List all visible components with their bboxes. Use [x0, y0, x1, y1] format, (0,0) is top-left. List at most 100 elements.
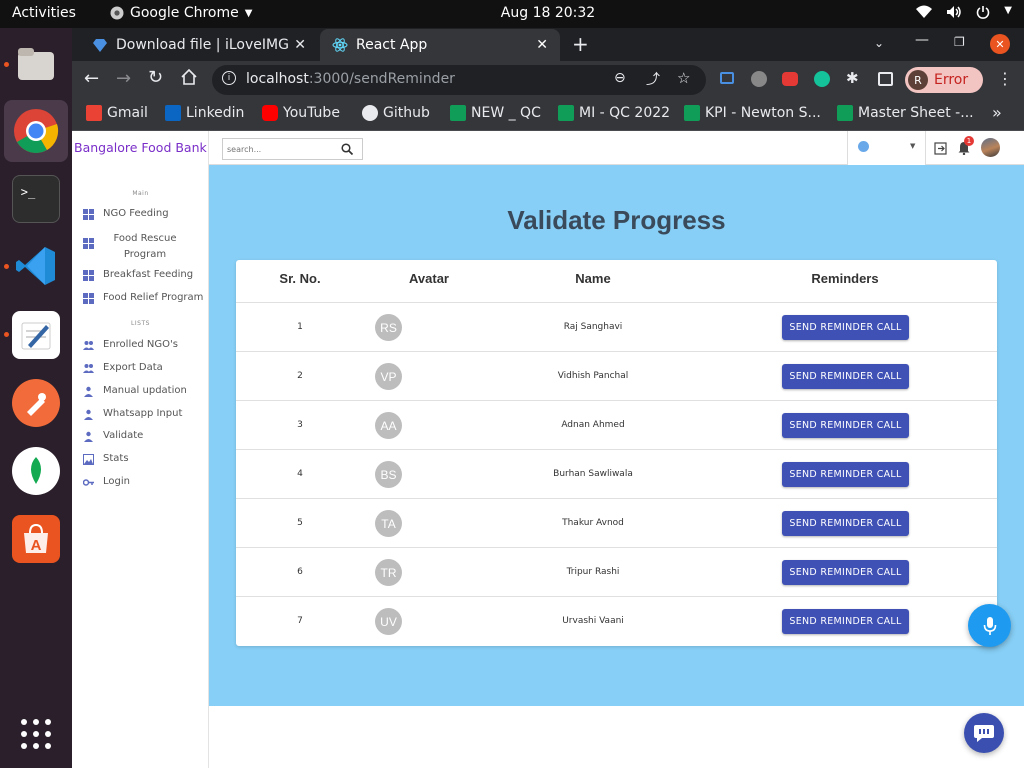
mongodb-compass-icon[interactable] — [12, 447, 60, 495]
person-icon — [84, 386, 93, 397]
extensions-puzzle-icon[interactable]: ✱ — [846, 69, 859, 87]
tab-react-app[interactable]: React App ✕ — [320, 29, 560, 61]
iloveimg-favicon-icon — [93, 39, 107, 52]
clock[interactable]: Aug 18 20:32 — [0, 5, 1024, 21]
extension-icon[interactable] — [751, 71, 767, 87]
bookmark-gmail[interactable]: Gmail — [86, 105, 148, 121]
forward-icon[interactable]: → — [116, 68, 131, 89]
software-center-icon[interactable]: A — [12, 515, 60, 563]
home-icon[interactable] — [180, 68, 198, 90]
sidebar: Bangalore Food Bank Main NGO Feeding Foo… — [72, 131, 209, 768]
cell-sr-no: 2 — [297, 371, 303, 381]
search-input[interactable] — [223, 144, 341, 154]
bookmark-label: MI - QC 2022 — [579, 105, 671, 121]
people-icon — [83, 341, 94, 350]
more-bookmarks-icon[interactable]: » — [992, 103, 1002, 122]
send-reminder-call-button[interactable]: SEND REMINDER CALL — [782, 364, 909, 389]
table-row: 1 RS Raj Sanghavi SEND REMINDER CALL — [236, 302, 997, 351]
sidebar-item-whatsapp-input[interactable]: Whatsapp Input — [83, 408, 182, 420]
search-icon[interactable] — [341, 143, 353, 155]
sidebar-item-label: Enrolled NGO's — [103, 339, 178, 350]
system-top-bar: Activities Google Chrome ▼ Aug 18 20:32 … — [0, 0, 1024, 28]
profile-avatar: R — [908, 70, 928, 90]
google-sheets-icon — [837, 105, 853, 121]
new-tab-icon[interactable]: + — [572, 32, 589, 56]
dock-running-indicator — [4, 332, 9, 337]
sidebar-item-login[interactable]: Login — [83, 476, 130, 488]
zoom-icon[interactable]: ⊖ — [614, 70, 626, 86]
bookmark-label: KPI - Newton S... — [705, 105, 821, 121]
sidebar-item-stats[interactable]: Stats — [83, 453, 129, 465]
sidebar-item-enrolled-ngos[interactable]: Enrolled NGO's — [83, 339, 178, 351]
system-tray[interactable]: ▼ — [916, 5, 1012, 23]
bookmark-star-icon[interactable]: ☆ — [677, 69, 690, 87]
sidebar-item-food-rescue-program[interactable]: Food Rescue Program — [83, 231, 183, 263]
person-icon — [84, 431, 93, 442]
extension-screen-capture-icon[interactable] — [720, 72, 734, 84]
url-text: localhost:3000/sendReminder — [246, 71, 455, 87]
vscode-icon[interactable] — [12, 242, 60, 290]
chrome-icon[interactable] — [12, 107, 60, 155]
power-icon — [976, 5, 990, 23]
column-header-sr-no: Sr. No. — [279, 271, 321, 286]
page-footer-area — [209, 706, 1024, 768]
info-icon[interactable]: i — [222, 71, 236, 85]
bookmark-label: Gmail — [107, 105, 148, 121]
bookmark-master-sheet[interactable]: Master Sheet -... — [837, 105, 974, 121]
sidebar-item-breakfast-feeding[interactable]: Breakfast Feeding — [83, 269, 193, 281]
files-icon[interactable] — [12, 40, 60, 88]
text-editor-icon[interactable] — [12, 311, 60, 359]
column-header-reminders: Reminders — [811, 271, 879, 286]
tab-iloveimg[interactable]: Download file | iLoveIMG ✕ — [80, 29, 318, 61]
grammarly-icon[interactable] — [814, 71, 830, 87]
voice-input-button[interactable] — [968, 604, 1011, 647]
sidebar-item-manual-updation[interactable]: Manual updation — [83, 385, 187, 397]
user-avatar[interactable] — [981, 138, 1000, 157]
back-icon[interactable]: ← — [84, 68, 99, 89]
send-reminder-call-button[interactable]: SEND REMINDER CALL — [782, 413, 909, 438]
minimize-icon[interactable]: — — [915, 32, 929, 48]
profile-error-button[interactable]: R Error — [905, 67, 983, 93]
tab-search-icon[interactable]: ⌄ — [874, 36, 884, 50]
bookmark-github[interactable]: Github — [362, 105, 430, 121]
close-icon[interactable]: ✕ — [294, 37, 306, 53]
send-reminder-call-button[interactable]: SEND REMINDER CALL — [782, 609, 909, 634]
language-select[interactable]: ▼ — [847, 131, 926, 167]
app-grid-icon[interactable] — [12, 710, 60, 758]
close-icon[interactable]: ✕ — [536, 37, 548, 53]
postman-icon[interactable] — [12, 379, 60, 427]
sidebar-item-export-data[interactable]: Export Data — [83, 362, 163, 374]
bookmark-label: NEW _ QC — [471, 105, 541, 121]
send-reminder-call-button[interactable]: SEND REMINDER CALL — [782, 560, 909, 585]
table-row: 5 TA Thakur Avnod SEND REMINDER CALL — [236, 498, 997, 547]
send-reminder-call-button[interactable]: SEND REMINDER CALL — [782, 315, 909, 340]
bookmark-kpi-newton[interactable]: KPI - Newton S... — [684, 105, 821, 121]
sidebar-item-food-relief-program[interactable]: Food Relief Program — [83, 292, 203, 304]
bookmark-mi-qc-2022[interactable]: MI - QC 2022 — [558, 105, 670, 121]
table-row: 4 BS Burhan Sawliwala SEND REMINDER CALL — [236, 449, 997, 498]
bookmark-linkedin[interactable]: Linkedin — [165, 105, 244, 121]
logout-icon[interactable] — [934, 140, 947, 159]
reload-icon[interactable]: ↻ — [148, 67, 163, 88]
terminal-icon[interactable]: >_ — [12, 175, 60, 223]
cell-name: Urvashi Vaani — [562, 616, 624, 626]
sidebar-item-validate[interactable]: Validate — [83, 430, 143, 442]
menu-kebab-icon[interactable]: ⋮ — [997, 69, 1013, 88]
bookmark-new-qc[interactable]: NEW _ QC — [450, 105, 541, 121]
send-reminder-call-button[interactable]: SEND REMINDER CALL — [782, 511, 909, 536]
extension-video-icon[interactable] — [782, 72, 798, 86]
dock-running-indicator — [4, 264, 9, 269]
restore-icon[interactable]: ❐ — [954, 35, 965, 49]
chat-button[interactable] — [964, 713, 1004, 753]
window-close-icon[interactable]: ✕ — [990, 34, 1010, 54]
bookmark-youtube[interactable]: YouTube — [262, 105, 340, 121]
side-panel-icon[interactable] — [878, 72, 893, 86]
address-bar[interactable]: i localhost:3000/sendReminder ⊖ ⤴ ☆ — [212, 65, 706, 95]
sidebar-item-ngo-feeding[interactable]: NGO Feeding — [83, 208, 169, 220]
sidebar-item-label: Stats — [103, 453, 129, 464]
send-reminder-call-button[interactable]: SEND REMINDER CALL — [782, 462, 909, 487]
share-icon[interactable]: ⤴ — [646, 69, 660, 89]
brand-title[interactable]: Bangalore Food Bank — [74, 140, 207, 155]
cell-sr-no: 5 — [297, 518, 303, 528]
url-path: :3000/sendReminder — [308, 71, 455, 87]
